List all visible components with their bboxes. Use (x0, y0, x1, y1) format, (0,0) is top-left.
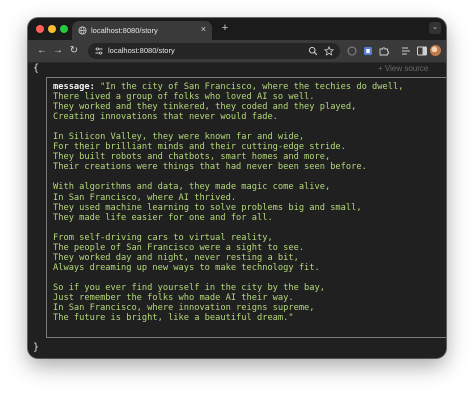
reload-button[interactable]: ↻ (68, 45, 80, 57)
close-tab-icon[interactable]: × (201, 24, 206, 35)
bookmark-star-icon[interactable] (324, 46, 334, 56)
site-info-icon[interactable] (94, 46, 104, 56)
new-tab-button[interactable]: + (218, 21, 232, 35)
side-panel-icon[interactable] (416, 45, 428, 57)
maximize-window-button[interactable] (60, 25, 68, 33)
reading-list-icon[interactable] (400, 45, 412, 57)
json-close-brace: } (33, 342, 40, 353)
json-message-text: message: "In the city of San Francisco, … (53, 82, 446, 323)
back-button[interactable]: ← (36, 45, 48, 57)
page-content: { + View source message: "In the city of… (28, 63, 446, 358)
tab-strip: localhost:8080/story × + ⌄ (28, 18, 446, 40)
toolbar: ← → ↻ localhost:8080/story (28, 40, 446, 63)
extension-shield-icon[interactable] (362, 45, 374, 57)
close-window-button[interactable] (36, 25, 44, 33)
minimize-window-button[interactable] (48, 25, 56, 33)
extension-circle-icon[interactable] (346, 45, 358, 57)
profile-avatar[interactable] (430, 45, 441, 56)
view-source-link[interactable]: + View source (378, 64, 428, 73)
tab-search-chevron-icon[interactable]: ⌄ (429, 22, 441, 34)
json-string-box: message: "In the city of San Francisco, … (46, 77, 446, 338)
tab-story[interactable]: localhost:8080/story × (72, 21, 212, 40)
extensions-puzzle-icon[interactable] (378, 45, 390, 57)
json-key-message: message: (53, 82, 95, 92)
zoom-search-icon[interactable] (308, 46, 318, 56)
address-text[interactable]: localhost:8080/story (108, 46, 175, 56)
json-message-value: "In the city of San Francisco, where the… (53, 82, 404, 324)
address-bar[interactable]: localhost:8080/story (88, 43, 340, 59)
browser-window: localhost:8080/story × + ⌄ ← → ↻ localho… (28, 18, 446, 358)
json-open-brace: { (33, 63, 40, 74)
globe-icon (78, 26, 87, 35)
tab-title: localhost:8080/story (91, 26, 158, 35)
forward-button[interactable]: → (52, 45, 64, 57)
